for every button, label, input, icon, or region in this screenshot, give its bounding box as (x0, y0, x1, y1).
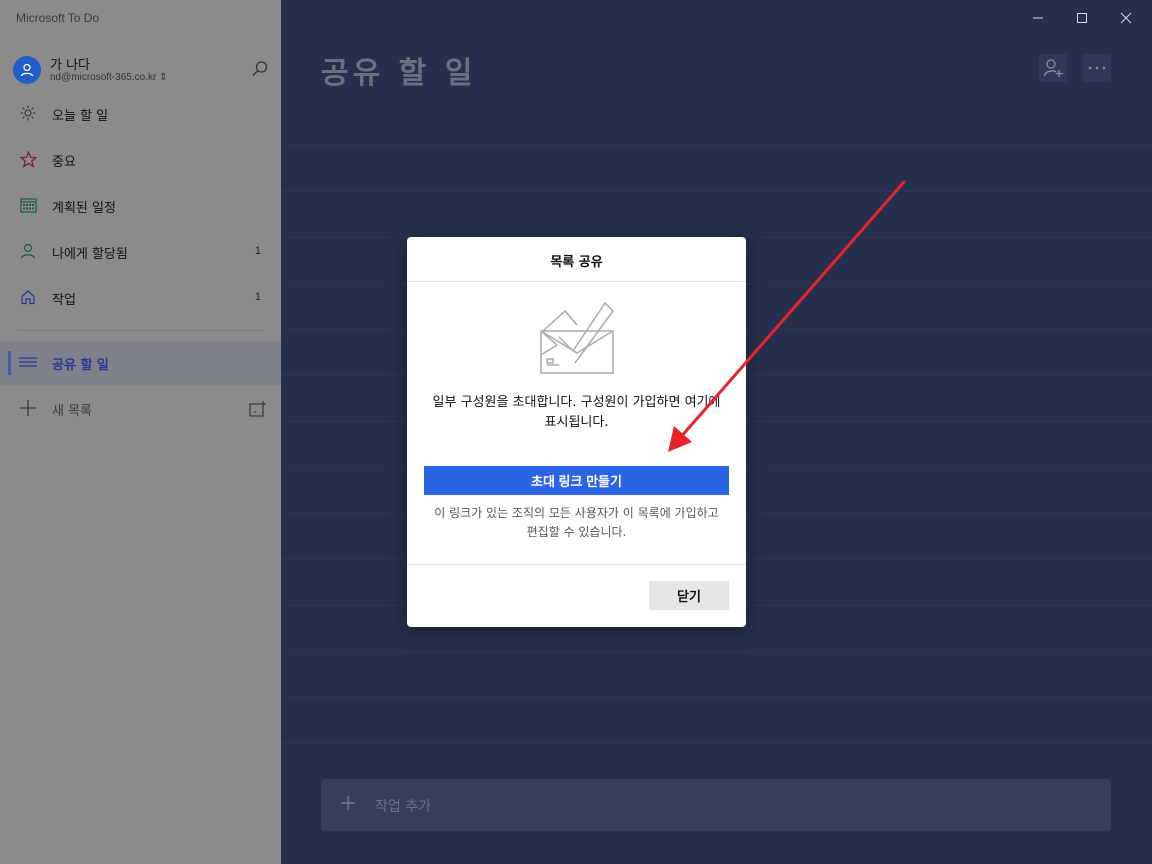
avatar (13, 56, 41, 84)
plus-icon: + (339, 791, 358, 816)
envelope-check-icon (537, 297, 617, 381)
share-list-button[interactable] (1039, 54, 1067, 82)
sidebar-item-label: 오늘 할 일 (52, 109, 109, 124)
sun-icon (19, 104, 37, 122)
add-task-input[interactable]: + 작업 추가 (321, 779, 1111, 831)
create-invite-link-button[interactable]: 초대 링크 만들기 (424, 466, 729, 495)
app-title: Microsoft To Do (16, 11, 100, 25)
close-icon (1120, 12, 1132, 24)
new-group-icon[interactable] (249, 401, 267, 421)
sidebar: Microsoft To Do 가 나다 nd@microsoft-365.co… (0, 0, 281, 864)
account-name: 가 나다 (50, 58, 91, 73)
search-icon[interactable] (251, 60, 269, 82)
active-indicator (8, 351, 11, 375)
sidebar-item-shared-tasks[interactable]: 공유 할 일 (0, 341, 281, 385)
sidebar-item-label: 계획된 일정 (52, 201, 116, 216)
account-email: nd@microsoft-365.co.kr ⇕ (50, 72, 168, 83)
maximize-icon (1077, 13, 1087, 23)
person-icon (19, 242, 37, 260)
list-title: 공유 할 일 (321, 56, 477, 91)
person-icon (20, 63, 34, 77)
add-person-icon (1043, 59, 1063, 77)
dialog-message: 일부 구성원을 초대합니다. 구성원이 가입하면 여기에 표시됩니다. (432, 395, 721, 430)
close-window-button[interactable] (1103, 6, 1149, 30)
sidebar-item-label: 작업 (52, 293, 76, 308)
invite-link-hint: 이 링크가 있는 조직의 모든 사용자가 이 목록에 가입하고 편집할 수 있습… (434, 506, 719, 539)
sidebar-item-label: 중요 (52, 155, 76, 170)
item-count: 1 (254, 245, 261, 257)
sidebar-item-label: 나에게 할당됨 (52, 247, 128, 262)
account-switcher[interactable]: 가 나다 nd@microsoft-365.co.kr ⇕ (13, 52, 273, 88)
sidebar-item-important[interactable]: 중요 (0, 138, 281, 182)
close-button[interactable]: 닫기 (649, 581, 729, 610)
item-count: 1 (254, 291, 261, 303)
new-list-button[interactable]: 새 목록 (0, 387, 281, 431)
sidebar-item-my-day[interactable]: 오늘 할 일 (0, 92, 281, 136)
dialog-divider (407, 564, 746, 565)
add-task-placeholder: 작업 추가 (375, 799, 431, 815)
new-list-label: 새 목록 (52, 404, 93, 419)
more-icon (1088, 66, 1106, 70)
home-icon (19, 288, 37, 306)
minimize-icon (1033, 17, 1043, 19)
sidebar-item-label: 공유 할 일 (52, 358, 109, 373)
more-options-button[interactable] (1083, 54, 1111, 82)
calendar-icon (19, 196, 37, 214)
list-icon (19, 353, 37, 371)
sidebar-item-assigned[interactable]: 나에게 할당됨 1 (0, 230, 281, 274)
sidebar-item-tasks[interactable]: 작업 1 (0, 276, 281, 320)
dialog-divider (407, 281, 746, 282)
sidebar-divider (18, 330, 265, 331)
maximize-button[interactable] (1059, 6, 1105, 30)
sidebar-item-planned[interactable]: 계획된 일정 (0, 184, 281, 228)
minimize-button[interactable] (1015, 6, 1061, 30)
plus-icon (19, 399, 37, 417)
share-list-dialog: 목록 공유 일부 구성원을 초대합니다. 구성원이 가입하면 여기에 표시됩니다… (407, 237, 746, 627)
dialog-title: 목록 공유 (550, 255, 603, 270)
star-icon (19, 150, 37, 168)
